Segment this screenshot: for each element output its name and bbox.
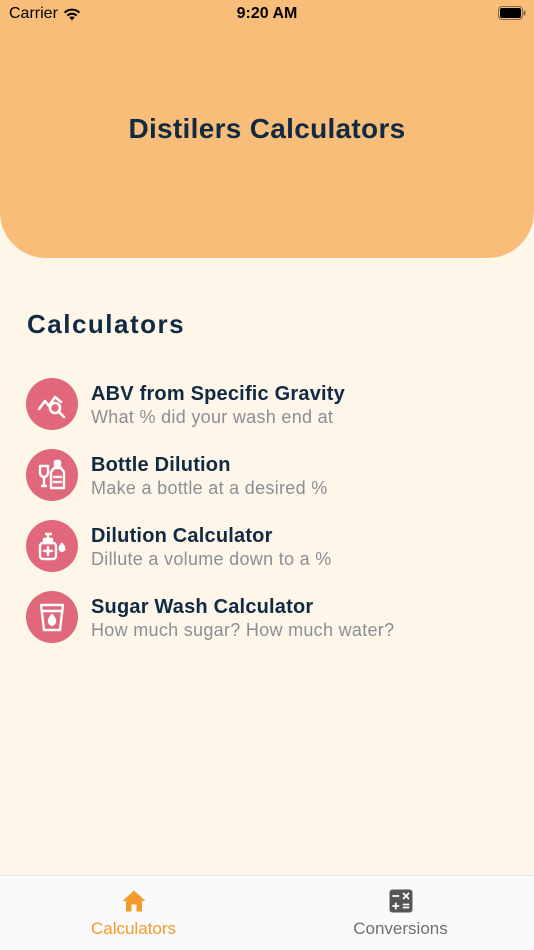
calculator-list: ABV from Specific Gravity What % did you… [26,378,526,662]
tab-label: Conversions [353,919,448,938]
tab-bar: Calculators Conversions [0,875,534,950]
header-banner: Distilers Calculators [0,0,534,258]
item-subtitle: How much sugar? How much water? [91,620,395,640]
item-title: Sugar Wash Calculator [91,596,314,618]
tab-label: Calculators [90,919,177,938]
tab-conversions[interactable]: Conversions [267,876,534,950]
item-title: Dilution Calculator [91,525,273,547]
item-subtitle: What % did your wash end at [91,407,334,427]
bottle-glass-icon [26,449,78,501]
section-title: Calculators [27,309,186,339]
glass-drop-icon [26,591,78,643]
sanitizer-drop-icon [26,520,78,572]
tab-calculators[interactable]: Calculators [0,876,267,950]
battery-icon [498,6,526,20]
list-item-sugar-wash[interactable]: Sugar Wash Calculator How much sugar? Ho… [26,591,526,662]
home-icon [122,890,145,912]
status-time: 9:20 AM [236,5,298,22]
item-title: Bottle Dilution [91,454,231,476]
list-item-abv[interactable]: ABV from Specific Gravity What % did you… [26,378,526,449]
list-item-bottle-dilution[interactable]: Bottle Dilution Make a bottle at a desir… [26,449,526,520]
item-title: ABV from Specific Gravity [91,383,345,405]
item-subtitle: Make a bottle at a desired % [91,478,328,498]
item-subtitle: Dillute a volume down to a % [91,549,332,569]
calculator-icon [389,889,412,913]
chart-search-icon [26,378,78,430]
list-item-dilution-calculator[interactable]: Dilution Calculator Dillute a volume dow… [26,520,526,591]
app-title: Distilers Calculators [128,113,406,144]
status-bar: Carrier 9:20 AM [0,0,534,28]
